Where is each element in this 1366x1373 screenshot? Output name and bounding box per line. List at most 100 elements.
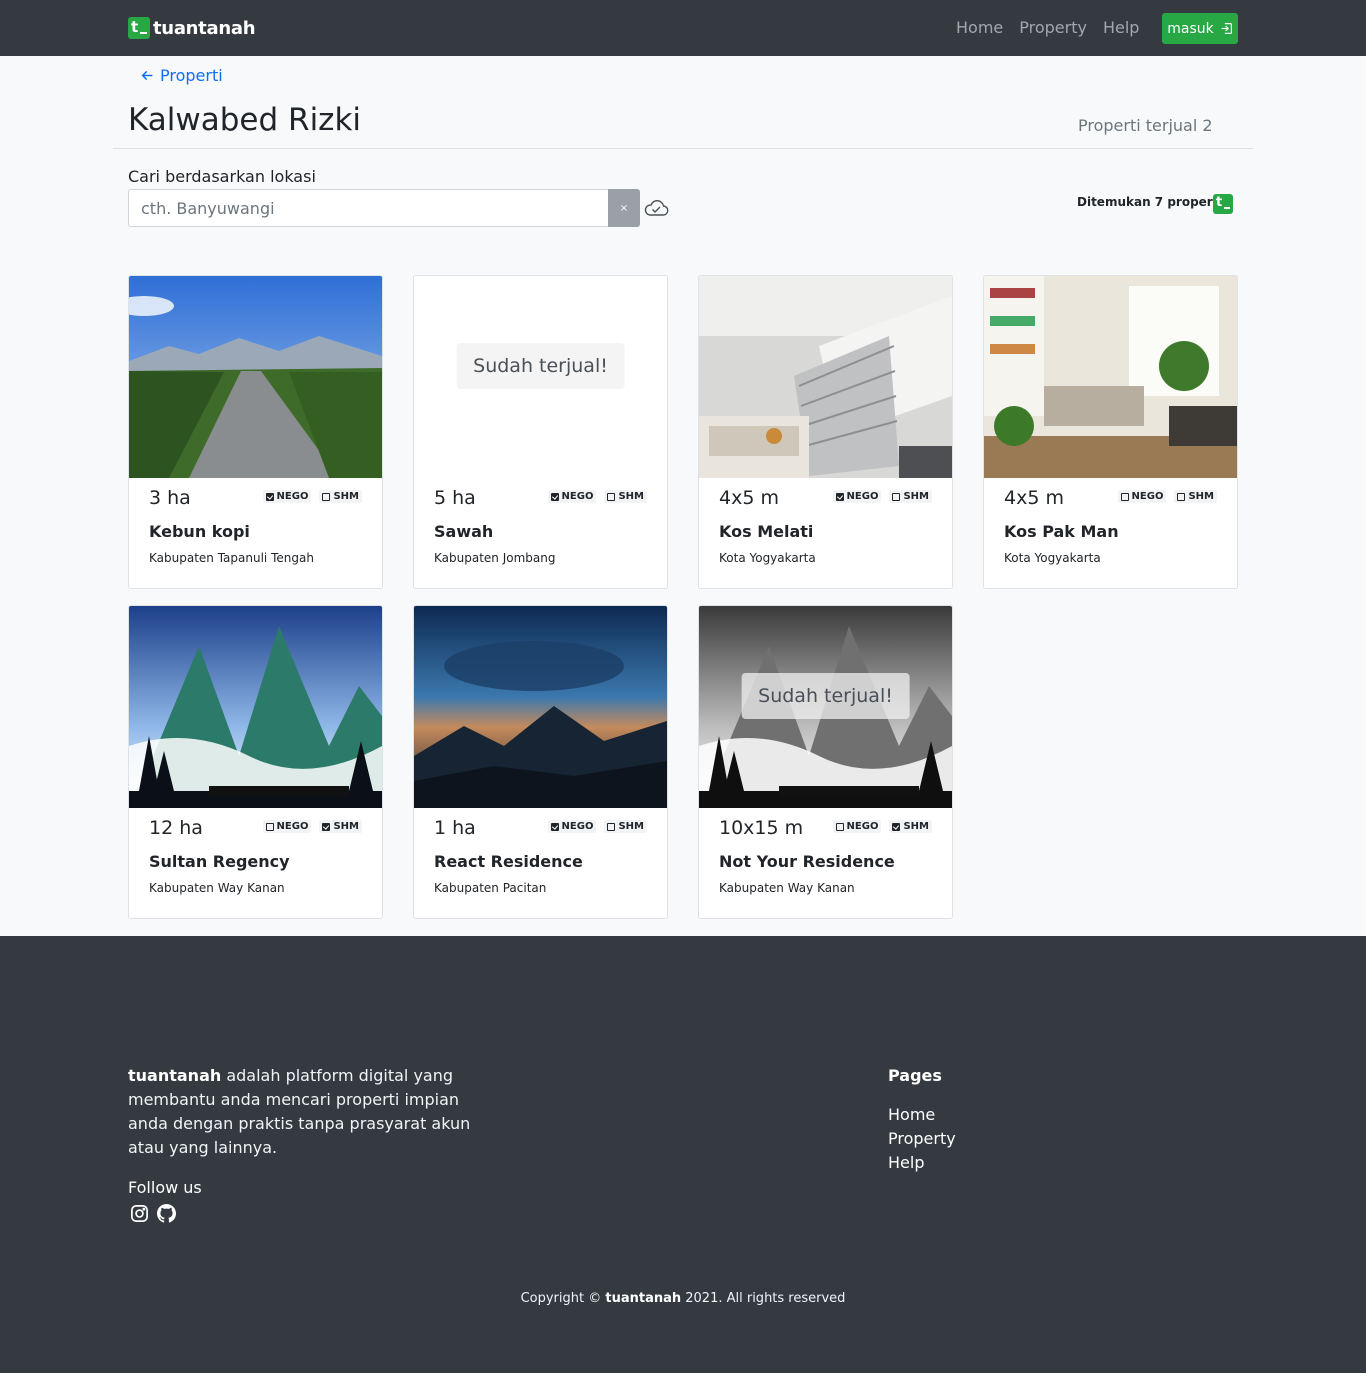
- property-size: 1 ha: [434, 817, 476, 839]
- property-name[interactable]: Sawah: [434, 522, 493, 541]
- nego-label: NEGO: [561, 821, 594, 832]
- property-name[interactable]: Kebun kopi: [149, 522, 250, 541]
- property-card[interactable]: 1 ha NEGO SHM React Residence Kabupaten Paci…: [413, 605, 668, 919]
- nav-home[interactable]: Home: [956, 18, 1003, 37]
- property-image: [129, 606, 382, 808]
- cloud-check-icon: [644, 200, 669, 216]
- navbar: t tuantanah Home Property Help masuk: [0, 0, 1366, 56]
- shm-label: SHM: [618, 821, 644, 832]
- shm-label: SHM: [333, 821, 359, 832]
- shm-badge: SHM: [889, 820, 932, 833]
- copyright-post: 2021. All rights reserved: [681, 1291, 846, 1306]
- property-name[interactable]: Not Your Residence: [719, 852, 895, 871]
- property-tags: NEGO SHM: [262, 820, 362, 833]
- property-card[interactable]: 4x5 m NEGO SHM Kos Melati Kota Yogyakarta: [698, 275, 953, 589]
- property-location: Kabupaten Way Kanan: [719, 881, 855, 895]
- property-card[interactable]: Sudah terjual! 10x15 m NEGO SHM Not Your Res…: [698, 605, 953, 919]
- brand-mark-icon: t: [1213, 194, 1233, 214]
- checkbox-checked-icon: [892, 822, 901, 831]
- property-location: Kabupaten Pacitan: [434, 881, 547, 895]
- checkbox-checked-icon: [265, 492, 274, 501]
- sold-badge: Sudah terjual!: [456, 343, 625, 389]
- property-size: 3 ha: [149, 487, 191, 509]
- checkbox-empty-icon: [607, 822, 616, 831]
- login-icon: [1221, 23, 1232, 34]
- property-tags: NEGO SHM: [547, 490, 647, 503]
- checkbox-empty-icon: [265, 822, 274, 831]
- clear-search-button[interactable]: ×: [608, 189, 640, 227]
- property-image: Sudah terjual!: [414, 276, 667, 478]
- checkbox-checked-icon: [550, 822, 559, 831]
- property-image: Sudah terjual!: [699, 606, 952, 808]
- back-link[interactable]: Properti: [141, 66, 223, 85]
- login-button[interactable]: masuk: [1162, 13, 1238, 44]
- back-link-label: Properti: [160, 66, 223, 85]
- footer-link-home[interactable]: Home: [888, 1104, 956, 1125]
- footer-link-property[interactable]: Property: [888, 1128, 956, 1149]
- footer-about: tuantanah adalah platform digital yang m…: [128, 1064, 478, 1160]
- property-name[interactable]: Kos Pak Man: [1004, 522, 1119, 541]
- shm-badge: SHM: [319, 490, 362, 503]
- property-name[interactable]: Sultan Regency: [149, 852, 290, 871]
- footer: tuantanah adalah platform digital yang m…: [0, 936, 1366, 1373]
- nego-label: NEGO: [1131, 491, 1164, 502]
- results-count: Ditemukan 7 properti: [1077, 195, 1223, 209]
- nego-badge: NEGO: [832, 820, 882, 833]
- checkbox-empty-icon: [322, 492, 331, 501]
- property-size: 12 ha: [149, 817, 203, 839]
- footer-brand: tuantanah: [128, 1066, 222, 1085]
- brand-mark-icon: t: [128, 17, 150, 39]
- github-icon[interactable]: [157, 1204, 176, 1223]
- checkbox-empty-icon: [892, 492, 901, 501]
- property-tags: NEGO SHM: [1117, 490, 1217, 503]
- property-location: Kabupaten Jombang: [434, 551, 556, 565]
- checkbox-empty-icon: [1120, 492, 1129, 501]
- shm-label: SHM: [618, 491, 644, 502]
- copyright: Copyright © tuantanah 2021. All rights r…: [0, 1291, 1366, 1306]
- property-card[interactable]: Sudah terjual! 5 ha NEGO SHM Sawah Kabupaten …: [413, 275, 668, 589]
- login-label: masuk: [1167, 20, 1214, 37]
- instagram-icon[interactable]: [130, 1204, 149, 1223]
- checkbox-empty-icon: [607, 492, 616, 501]
- nego-label: NEGO: [276, 821, 309, 832]
- search-input[interactable]: [128, 189, 608, 227]
- social-links: [130, 1204, 176, 1223]
- property-image: [699, 276, 952, 478]
- property-name[interactable]: Kos Melati: [719, 522, 813, 541]
- property-size: 5 ha: [434, 487, 476, 509]
- nego-badge: NEGO: [547, 490, 597, 503]
- sold-count: Properti terjual 2: [1078, 116, 1213, 135]
- property-tags: NEGO SHM: [547, 820, 647, 833]
- property-location: Kabupaten Way Kanan: [149, 881, 285, 895]
- nego-label: NEGO: [276, 491, 309, 502]
- shm-label: SHM: [903, 491, 929, 502]
- shm-label: SHM: [1188, 491, 1214, 502]
- property-card[interactable]: 3 ha NEGO SHM Kebun kopi Kabupaten Tapanuli …: [128, 275, 383, 589]
- sold-badge: Sudah terjual!: [741, 673, 910, 719]
- property-image: [414, 606, 667, 808]
- property-location: Kota Yogyakarta: [719, 551, 816, 565]
- checkbox-empty-icon: [835, 822, 844, 831]
- copyright-pre: Copyright ©: [520, 1291, 606, 1306]
- property-card[interactable]: 4x5 m NEGO SHM Kos Pak Man Kota Yogyakarta: [983, 275, 1238, 589]
- footer-pages: Home Property Help: [888, 1104, 956, 1173]
- shm-badge: SHM: [604, 490, 647, 503]
- property-card[interactable]: 12 ha NEGO SHM Sultan Regency Kabupaten Way …: [128, 605, 383, 919]
- nego-badge: NEGO: [1117, 490, 1167, 503]
- footer-link-help[interactable]: Help: [888, 1152, 956, 1173]
- checkbox-checked-icon: [322, 822, 331, 831]
- follow-us-label: Follow us: [128, 1178, 202, 1197]
- checkbox-empty-icon: [1177, 492, 1186, 501]
- brand-logo[interactable]: t tuantanah: [128, 15, 256, 41]
- nav-property[interactable]: Property: [1019, 18, 1087, 37]
- checkbox-checked-icon: [835, 492, 844, 501]
- shm-label: SHM: [333, 491, 359, 502]
- nego-label: NEGO: [846, 491, 879, 502]
- property-tags: NEGO SHM: [262, 490, 362, 503]
- arrow-left-icon: [141, 70, 153, 81]
- nav-help[interactable]: Help: [1103, 18, 1139, 37]
- property-name[interactable]: React Residence: [434, 852, 583, 871]
- nego-label: NEGO: [561, 491, 594, 502]
- shm-badge: SHM: [1174, 490, 1217, 503]
- copyright-brand: tuantanah: [605, 1291, 682, 1306]
